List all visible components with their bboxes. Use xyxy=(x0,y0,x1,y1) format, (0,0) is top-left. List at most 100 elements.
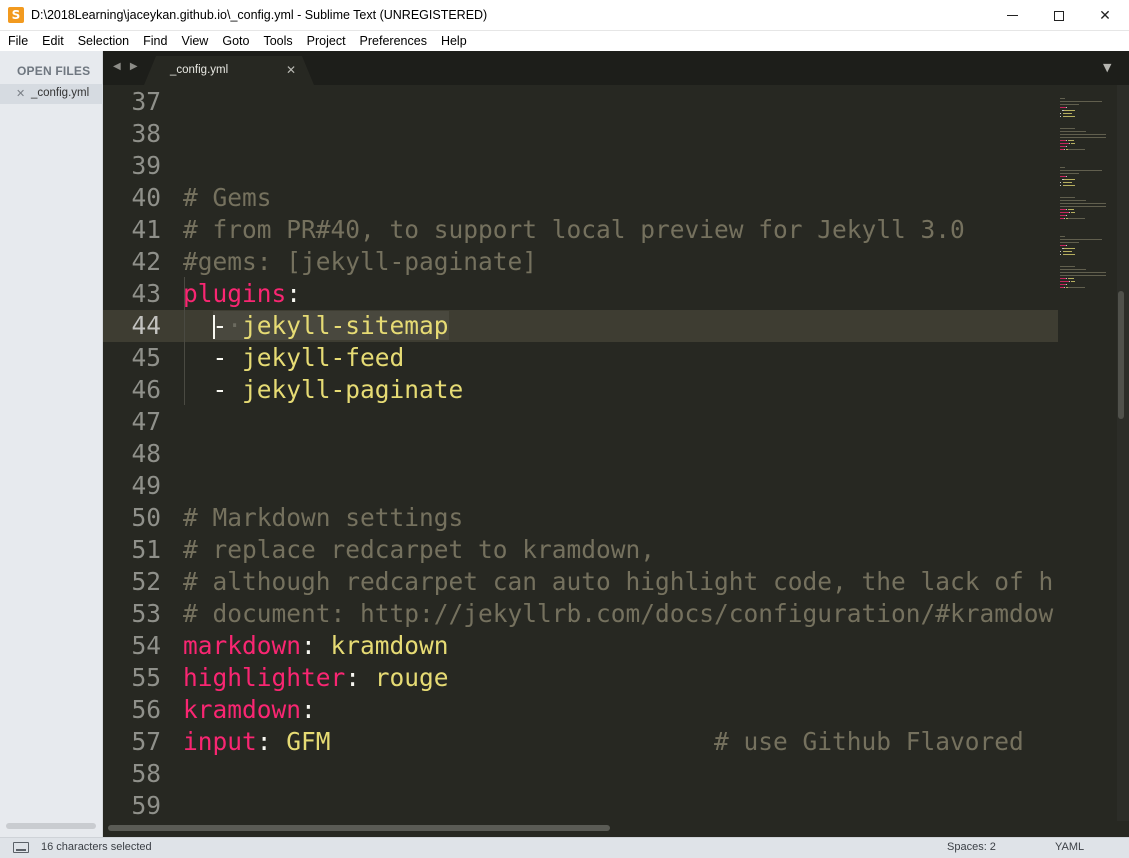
code-line[interactable]: 45 - jekyll-feed xyxy=(103,342,1058,374)
line-number: 46 xyxy=(131,375,161,404)
minimap-stroke xyxy=(1060,203,1106,204)
minimap-stroke xyxy=(1063,254,1075,255)
minimap-stroke xyxy=(1068,287,1085,288)
code-line[interactable]: 41 # from PR#40, to support local preview… xyxy=(103,214,1058,246)
code-line[interactable]: 55 highlighter: rouge xyxy=(103,662,1058,694)
code-token: jekyll-feed xyxy=(242,343,405,372)
code-line[interactable]: 51 # replace redcarpet to kramdown, xyxy=(103,534,1058,566)
menu-preferences[interactable]: Preferences xyxy=(353,31,434,51)
menu-tools[interactable]: Tools xyxy=(256,31,299,51)
sublime-text-icon: S xyxy=(8,7,24,23)
minimap-stroke xyxy=(1060,272,1106,273)
minimap-stroke xyxy=(1060,266,1075,267)
indentation-status[interactable]: Spaces: 2 xyxy=(947,841,996,853)
minimap-stroke xyxy=(1060,131,1086,132)
minimap-stroke xyxy=(1060,134,1106,135)
code-line[interactable]: 38 xyxy=(103,118,1058,150)
code-line[interactable]: 52 # although redcarpet can auto highligh… xyxy=(103,566,1058,598)
minimize-icon xyxy=(1006,15,1018,16)
tab-overflow-icon[interactable]: ▼ xyxy=(1103,61,1111,74)
minimap-stroke xyxy=(1069,281,1070,282)
minimap-stroke xyxy=(1064,149,1065,150)
line-number: 44 xyxy=(131,311,161,340)
minimap-stroke xyxy=(1068,149,1085,150)
code-line[interactable]: 53 # document: http://jekyllrb.com/docs/c… xyxy=(103,598,1058,630)
code-line[interactable]: 54 markdown: kramdown xyxy=(103,630,1058,662)
code-line[interactable]: 48 xyxy=(103,438,1058,470)
minimap-stroke xyxy=(1060,101,1102,102)
code-line[interactable]: 59 xyxy=(103,790,1058,822)
maximize-button[interactable] xyxy=(1036,0,1082,31)
code-line[interactable]: 47 xyxy=(103,406,1058,438)
line-number: 40 xyxy=(131,183,161,212)
tab-config-yml[interactable]: _config.yml ✕ xyxy=(144,56,314,85)
line-number: 55 xyxy=(131,663,161,692)
code-token: rouge xyxy=(374,663,449,692)
code-token: - xyxy=(183,375,243,404)
code-line[interactable]: 57 input: GFM # use Github Flavored xyxy=(103,726,1058,758)
minimap-stroke xyxy=(1066,176,1067,177)
code-line[interactable]: 44 -·jekyll-sitemap xyxy=(103,310,1058,342)
minimize-button[interactable] xyxy=(989,0,1035,31)
menu-edit[interactable]: Edit xyxy=(35,31,71,51)
line-number: 42 xyxy=(131,247,161,276)
window-title: D:\2018Learning\jaceykan.github.io\_conf… xyxy=(31,8,488,22)
menu-file[interactable]: File xyxy=(1,31,35,51)
line-text: # Gems xyxy=(183,182,272,214)
code-token: # Gems xyxy=(183,183,272,212)
code-line[interactable]: 40 # Gems xyxy=(103,182,1058,214)
horizontal-scroll-thumb[interactable] xyxy=(108,825,610,831)
code-line[interactable]: 49 xyxy=(103,470,1058,502)
sidebar-file-config[interactable]: ✕ _config.yml xyxy=(0,84,103,104)
code-line[interactable]: 58 xyxy=(103,758,1058,790)
tab-nav-arrows-icon[interactable]: ◀ ▶ xyxy=(113,61,141,72)
code-token: # from PR#40, to support local preview f… xyxy=(183,215,965,244)
status-bar: 16 characters selected Spaces: 2 YAML xyxy=(0,837,1129,858)
vertical-scroll-thumb[interactable] xyxy=(1118,291,1124,419)
code-token: # replace redcarpet to kramdown, xyxy=(183,535,656,564)
code-line[interactable]: 37 xyxy=(103,86,1058,118)
code-line[interactable]: 50 # Markdown settings xyxy=(103,502,1058,534)
menu-selection[interactable]: Selection xyxy=(71,31,136,51)
code-token: GFM xyxy=(286,727,331,756)
tab-close-icon[interactable]: ✕ xyxy=(286,63,296,77)
minimap-stroke xyxy=(1066,146,1067,147)
minimap-stroke xyxy=(1060,185,1061,186)
line-number: 50 xyxy=(131,503,161,532)
minimap-stroke xyxy=(1064,287,1065,288)
code-token: : xyxy=(286,279,302,308)
console-panel-icon[interactable] xyxy=(13,842,29,853)
minimap-stroke xyxy=(1063,116,1075,117)
menu-find[interactable]: Find xyxy=(136,31,174,51)
line-text: # Markdown settings xyxy=(183,502,463,534)
code-line[interactable]: 39 xyxy=(103,150,1058,182)
minimap-stroke xyxy=(1060,236,1065,237)
sidebar-scrollbar[interactable] xyxy=(6,823,96,829)
menu-view[interactable]: View xyxy=(174,31,215,51)
menu-help[interactable]: Help xyxy=(434,31,474,51)
code-token: : xyxy=(301,695,316,724)
code-token: markdown xyxy=(183,631,302,660)
minimap-stroke xyxy=(1060,281,1069,282)
line-text: markdown: kramdown xyxy=(183,630,449,662)
menu-goto[interactable]: Goto xyxy=(215,31,256,51)
code-editor[interactable]: 37 38 39 40 # Gems 41 # from PR#40, to support… xyxy=(103,85,1129,837)
minimap[interactable] xyxy=(1058,85,1117,837)
menu-project[interactable]: Project xyxy=(300,31,353,51)
close-file-icon[interactable]: ✕ xyxy=(16,87,25,100)
close-button[interactable]: ✕ xyxy=(1082,0,1128,31)
syntax-status[interactable]: YAML xyxy=(1055,841,1084,853)
code-line[interactable]: 46 - jekyll-paginate xyxy=(103,374,1058,406)
indent-guide xyxy=(184,277,185,405)
code-line[interactable]: 43 plugins: xyxy=(103,278,1058,310)
code-line[interactable]: 56 kramdown: xyxy=(103,694,1058,726)
sidebar: OPEN FILES ✕ _config.yml xyxy=(0,51,103,837)
line-text: -·jekyll-sitemap xyxy=(183,310,449,342)
maximize-icon xyxy=(1054,10,1064,21)
line-text: - jekyll-paginate xyxy=(183,374,464,406)
minimap-stroke xyxy=(1066,278,1067,279)
minimap-stroke xyxy=(1068,278,1074,279)
code-line[interactable]: 42 #gems: [jekyll-paginate] xyxy=(103,246,1058,278)
code-token: - xyxy=(183,343,243,372)
vertical-scrollbar[interactable] xyxy=(1117,85,1129,821)
